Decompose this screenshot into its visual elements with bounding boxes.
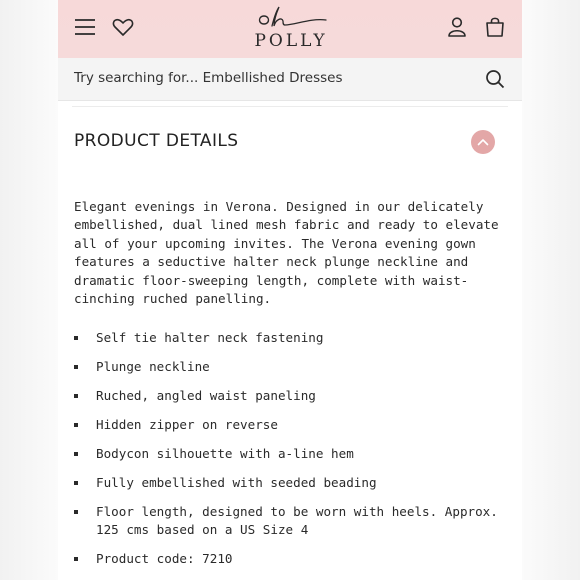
feature-text: Floor length, designed to be worn with h… [96,504,498,537]
chevron-up-icon [477,139,489,146]
list-item: Ruched, angled waist paneling [74,387,504,405]
search-icon[interactable] [484,68,506,90]
list-item: Floor length, designed to be worn with h… [74,503,504,539]
list-item: Self tie halter neck fastening [74,329,504,347]
feature-text: Fully embellished with seeded beading [96,475,377,490]
feature-text: Bodycon silhouette with a-line hem [96,446,354,461]
bullet-icon [74,394,78,398]
hamburger-menu-icon[interactable] [72,14,98,40]
site-header: POLLY [58,0,522,58]
list-item: Product code: 7210 [74,550,504,568]
bullet-icon [74,336,78,340]
user-icon[interactable] [444,14,470,40]
brand-logo-text: POLLY [254,31,328,51]
list-item: Fully embellished with seeded beading [74,474,504,492]
shopping-bag-icon[interactable] [482,14,508,40]
feature-text: Self tie halter neck fastening [96,330,324,345]
brand-logo-script [258,6,327,27]
product-details-heading[interactable]: PRODUCT DETAILS [74,131,238,151]
feature-text: Ruched, angled waist paneling [96,388,316,403]
list-item: Hidden zipper on reverse [74,416,504,434]
section-divider [72,106,508,107]
brand-logo[interactable]: POLLY [246,4,336,52]
bullet-icon [74,423,78,427]
search-input[interactable]: Try searching for... Embellished Dresses [74,70,343,86]
product-feature-list: Self tie halter neck fastening Plunge ne… [74,329,504,579]
heart-icon[interactable] [110,14,136,40]
bullet-icon [74,452,78,456]
feature-text: Plunge neckline [96,359,210,374]
bullet-icon [74,481,78,485]
collapse-details-button[interactable] [471,130,495,154]
search-bar[interactable]: Try searching for... Embellished Dresses [58,58,522,101]
feature-text: Hidden zipper on reverse [96,417,278,432]
list-item: Bodycon silhouette with a-line hem [74,445,504,463]
bullet-icon [74,557,78,561]
list-item: Plunge neckline [74,358,504,376]
bullet-icon [74,510,78,514]
product-description: Elegant evenings in Verona. Designed in … [74,199,499,307]
bullet-icon [74,365,78,369]
feature-text: Product code: 7210 [96,551,233,566]
mobile-page: POLLY Try searching for... Embellished D… [58,0,522,580]
